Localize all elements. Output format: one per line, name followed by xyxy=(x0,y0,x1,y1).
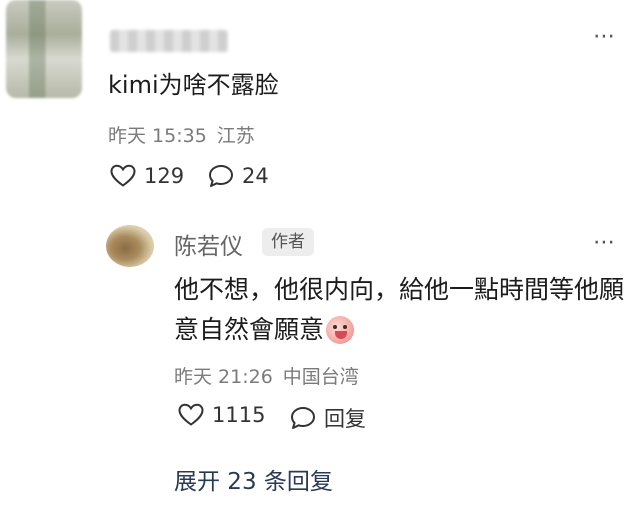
reply-time: 昨天 21:26 xyxy=(174,366,273,388)
like-count: 129 xyxy=(144,164,185,188)
reply-like-count: 1115 xyxy=(212,403,266,427)
avatar[interactable] xyxy=(106,225,154,267)
reply-author-name[interactable]: 陈若仪 xyxy=(174,227,243,261)
heart-outline-icon xyxy=(110,164,136,188)
speech-bubble-icon xyxy=(208,164,234,188)
reply-button[interactable]: 回复 xyxy=(290,403,366,433)
reply-meta: 昨天 21:26 中国台湾 xyxy=(174,362,359,389)
comment-time: 昨天 15:35 xyxy=(108,125,207,147)
more-dots-icon[interactable]: ⋯ xyxy=(593,26,618,48)
more-dots-icon[interactable]: ⋯ xyxy=(593,232,618,254)
comment-location: 江苏 xyxy=(216,125,255,147)
reply-text-body: 他不想，他很内向，給他一點時間等他願意自然會願意 xyxy=(174,275,625,344)
speech-bubble-icon xyxy=(290,406,316,430)
username-blurred[interactable] xyxy=(110,30,228,52)
blushing-face-emoji xyxy=(326,316,355,344)
author-badge: 作者 xyxy=(262,228,314,256)
reply-text: 他不想，他很内向，給他一點時間等他願意自然會願意 xyxy=(174,270,636,350)
reply-like-button[interactable]: 1115 xyxy=(178,403,265,427)
comment-meta: 昨天 15:35 江苏 xyxy=(108,121,255,148)
comment-count: 24 xyxy=(242,164,269,188)
expand-replies-link[interactable]: 展开 23 条回复 xyxy=(174,462,333,496)
comment-text: kimi为啥不露脸 xyxy=(108,71,279,99)
reply-label: 回复 xyxy=(324,407,366,431)
comment-button[interactable]: 24 xyxy=(208,164,269,188)
avatar[interactable] xyxy=(6,0,82,98)
heart-outline-icon xyxy=(178,403,204,427)
reply-location: 中国台湾 xyxy=(282,366,359,388)
like-button[interactable]: 129 xyxy=(110,164,184,188)
